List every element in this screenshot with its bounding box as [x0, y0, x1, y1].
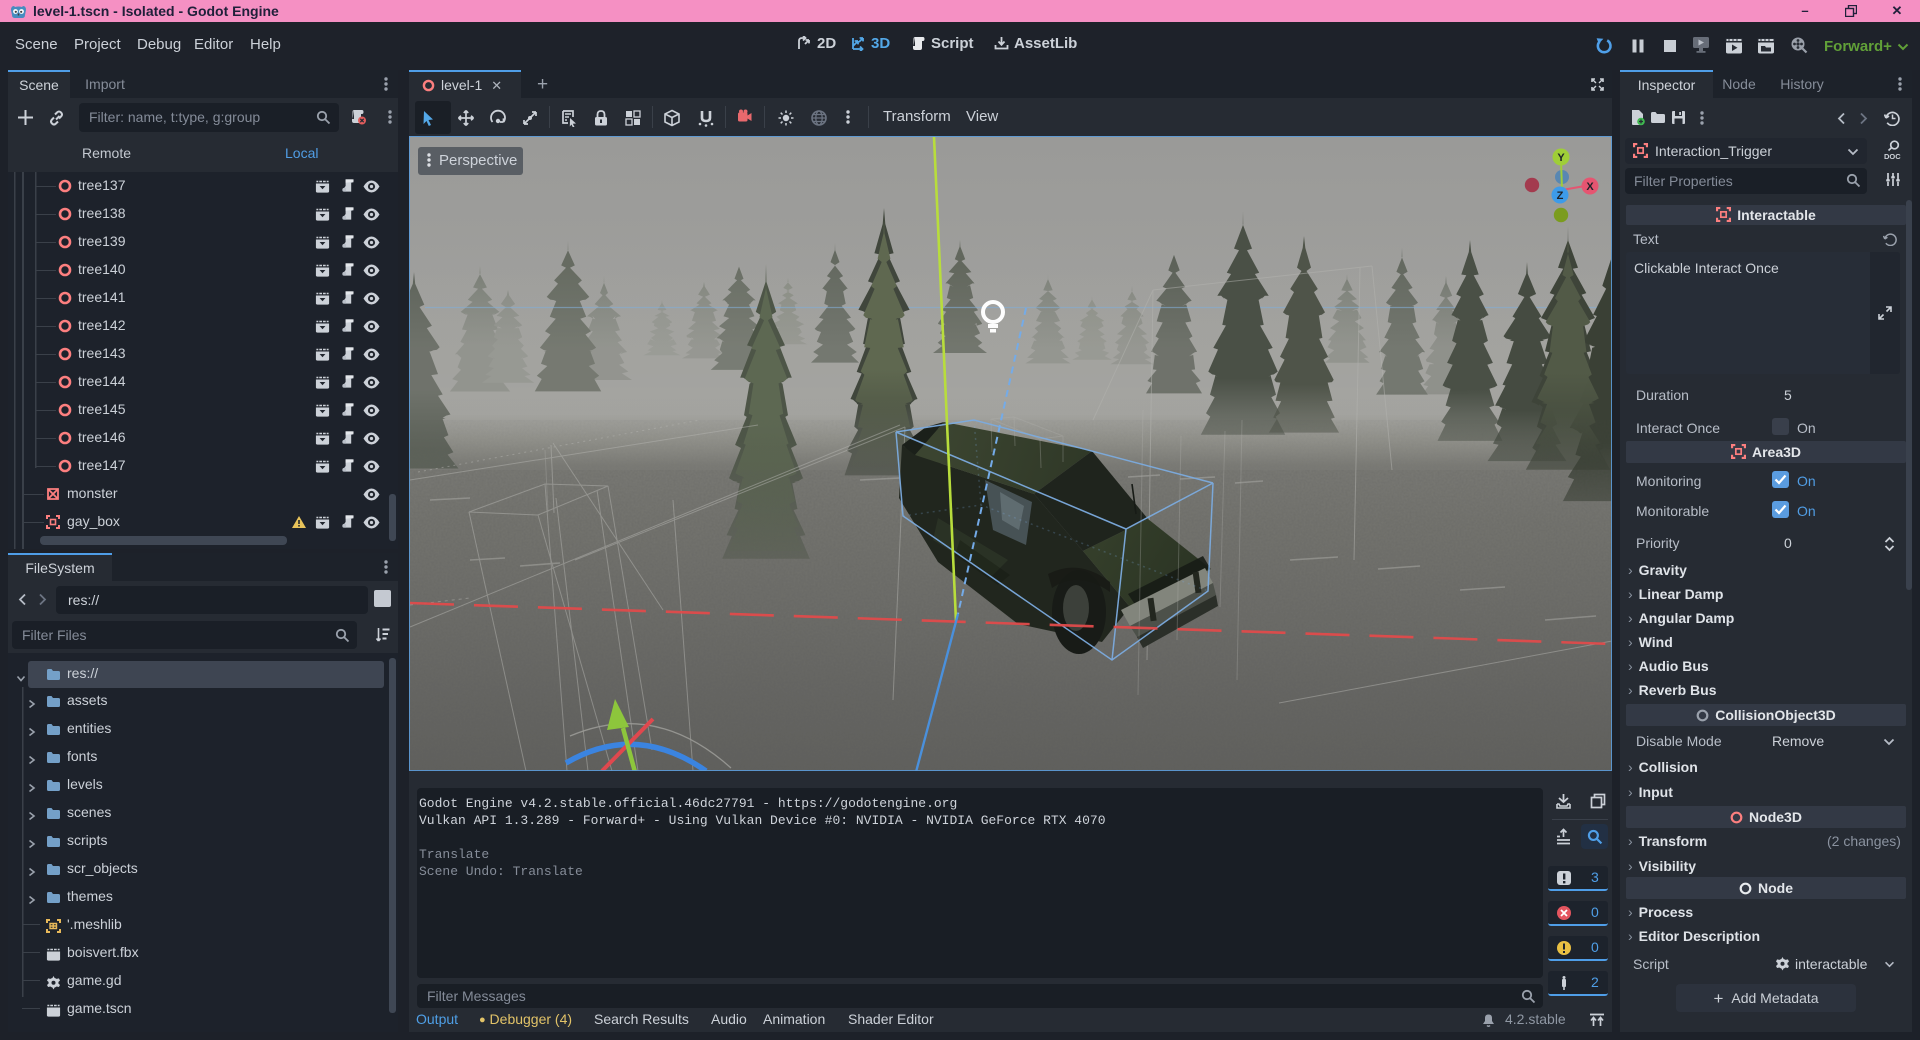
svg-text:X: X [1586, 181, 1594, 193]
svg-text:Z: Z [1557, 190, 1564, 202]
svg-text:Y: Y [1557, 152, 1565, 164]
svg-text:DOC: DOC [1884, 152, 1901, 161]
